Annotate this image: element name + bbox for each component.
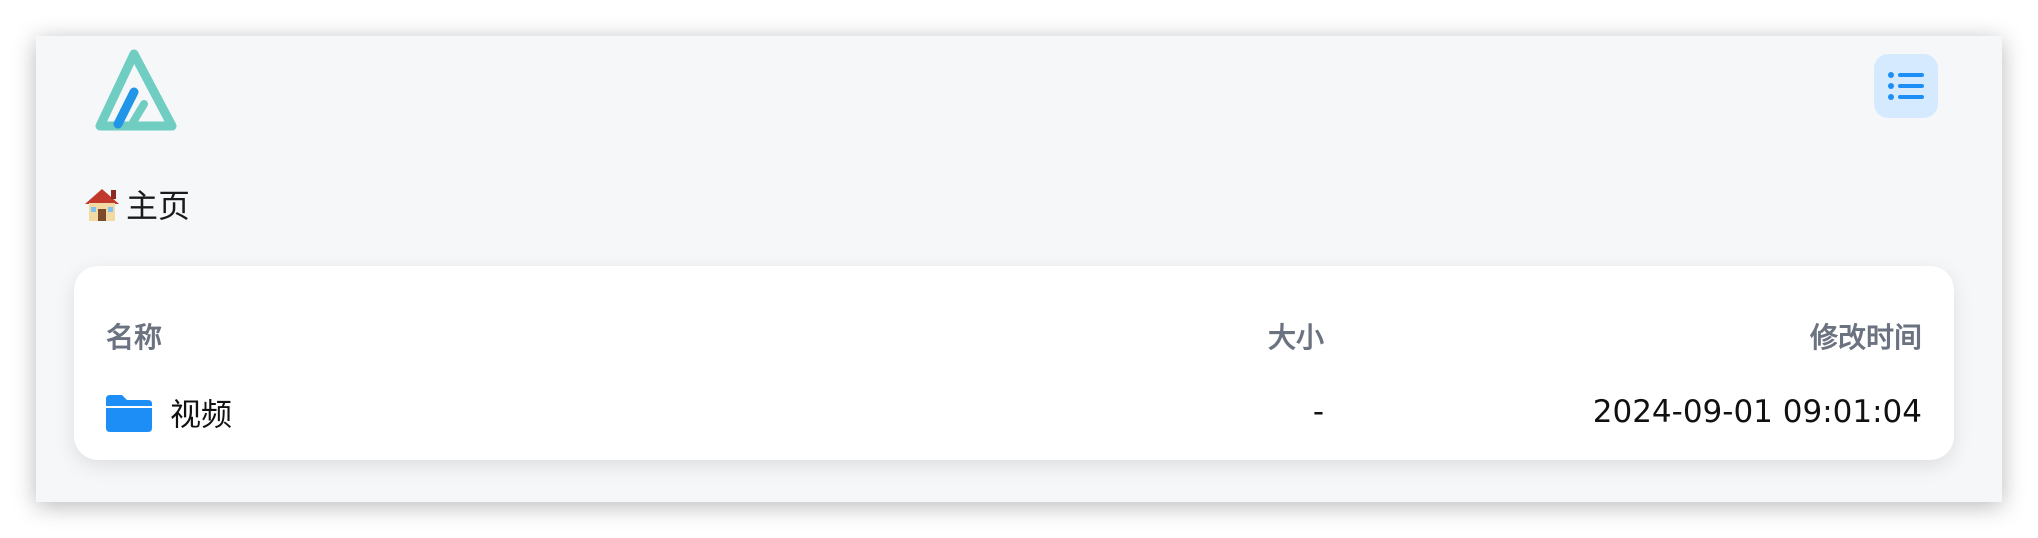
file-list-card: 名称 大小 修改时间 视频 - 2024-09-01 09:01:04 xyxy=(74,266,1954,460)
app-frame: 主页 名称 大小 修改时间 视频 - 2024-09-01 09:01:04 xyxy=(36,36,2002,502)
file-name[interactable]: 视频 xyxy=(170,390,232,435)
house-icon xyxy=(85,189,119,221)
list-icon xyxy=(1888,72,1924,100)
column-header-size[interactable]: 大小 xyxy=(1268,316,1324,356)
file-modified-time: 2024-09-01 09:01:04 xyxy=(1592,394,1922,430)
breadcrumb: 主页 xyxy=(82,180,190,228)
breadcrumb-home-link[interactable]: 主页 xyxy=(126,181,190,227)
file-size: - xyxy=(1312,394,1324,430)
alist-logo-icon[interactable] xyxy=(88,48,180,132)
column-header-name[interactable]: 名称 xyxy=(106,316,162,356)
folder-icon xyxy=(106,395,152,432)
column-header-modified[interactable]: 修改时间 xyxy=(1810,316,1922,356)
table-row[interactable]: 视频 - 2024-09-01 09:01:04 xyxy=(74,376,1954,448)
list-view-toggle-button[interactable] xyxy=(1874,54,1938,118)
